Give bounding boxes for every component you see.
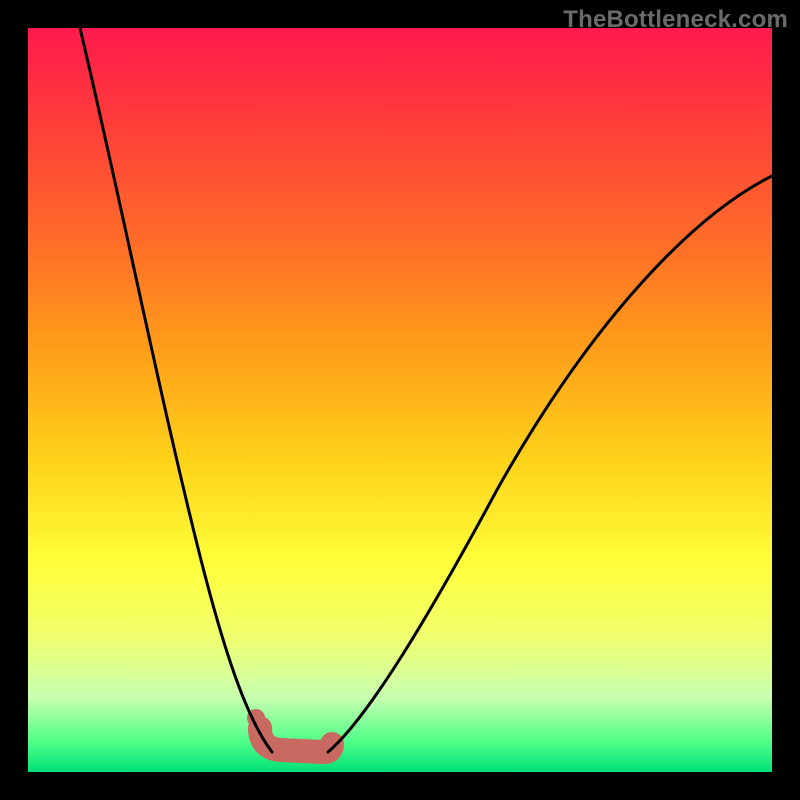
watermark-text: TheBottleneck.com [563, 6, 788, 34]
chart-frame: TheBottleneck.com [0, 0, 800, 800]
curve-layer [28, 28, 772, 772]
curve-right-branch [328, 176, 772, 752]
plot-area [28, 28, 772, 772]
curve-left-branch [80, 28, 272, 752]
